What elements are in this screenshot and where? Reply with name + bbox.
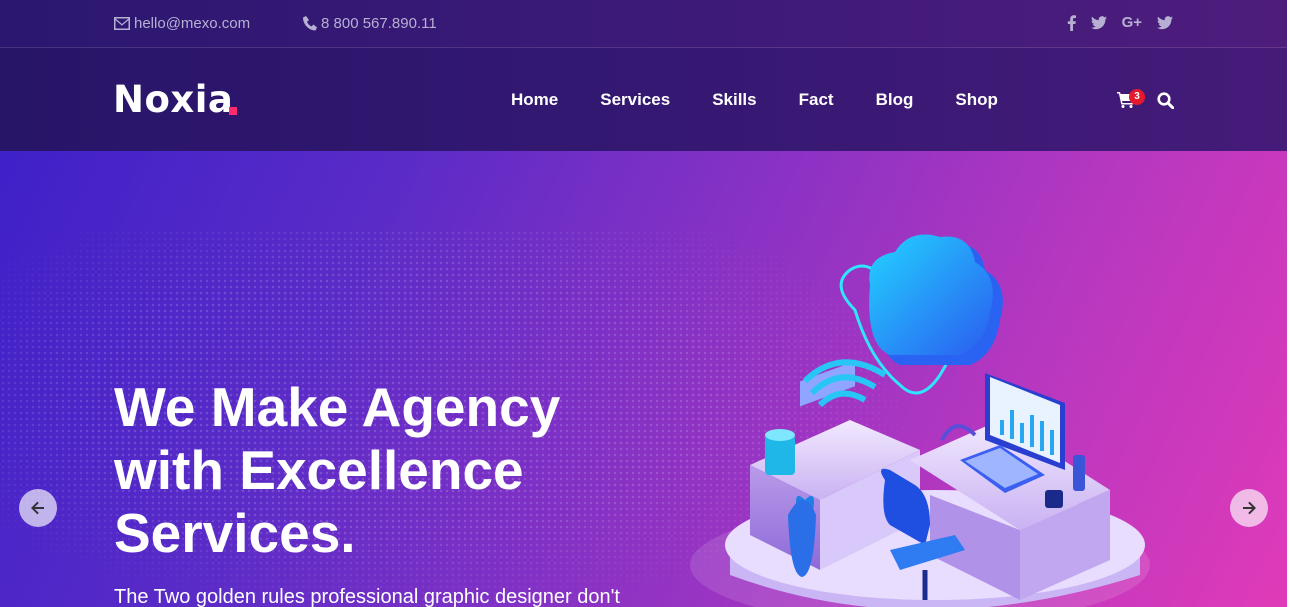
nav-item-home[interactable]: Home (511, 90, 558, 110)
nav-item-blog[interactable]: Blog (876, 90, 914, 110)
facebook-icon[interactable] (1067, 14, 1076, 31)
social-links: G+ (1067, 14, 1173, 31)
hero-headline: We Make Agency with Excellence Services. (114, 376, 674, 565)
search-icon (1157, 92, 1175, 110)
twitter-icon[interactable] (1157, 15, 1173, 30)
hero-subtext: The Two golden rules professional graphi… (114, 586, 620, 607)
nav-item-shop[interactable]: Shop (955, 90, 998, 110)
cart-count-badge: 3 (1129, 89, 1145, 105)
twitter-icon[interactable] (1090, 15, 1107, 30)
headline-line-3: Services. (114, 502, 356, 564)
headline-line-1: We Make Agency (114, 376, 561, 438)
slider-next-button[interactable] (1230, 489, 1268, 527)
main-navbar: Noxia Home Services Skills Fact Blog Sho… (0, 48, 1290, 151)
nav-item-fact[interactable]: Fact (799, 90, 834, 110)
google-plus-icon[interactable]: G+ (1122, 14, 1142, 31)
phone-text: 8 800 567.890.11 (321, 15, 437, 32)
headline-line-2: with Excellence (114, 439, 524, 501)
arrow-right-icon (1243, 501, 1256, 515)
logo-accent-dot (229, 107, 237, 115)
phone-contact[interactable]: 8 800 567.890.11 (303, 15, 437, 32)
workspace-illustration (690, 234, 1150, 607)
slider-prev-button[interactable] (19, 489, 57, 527)
main-menu: Home Services Skills Fact Blog Shop (511, 90, 1040, 110)
email-contact[interactable]: hello@mexo.com (114, 15, 250, 32)
arrow-left-icon (31, 501, 44, 515)
top-bar: hello@mexo.com 8 800 567.890.11 G+ (0, 0, 1290, 48)
phone-icon (303, 16, 317, 31)
search-button[interactable] (1157, 92, 1175, 114)
envelope-icon (114, 17, 130, 30)
nav-item-services[interactable]: Services (600, 90, 670, 110)
brand-logo[interactable]: Noxia (113, 78, 233, 121)
nav-item-skills[interactable]: Skills (712, 90, 756, 110)
email-text: hello@mexo.com (134, 15, 251, 32)
